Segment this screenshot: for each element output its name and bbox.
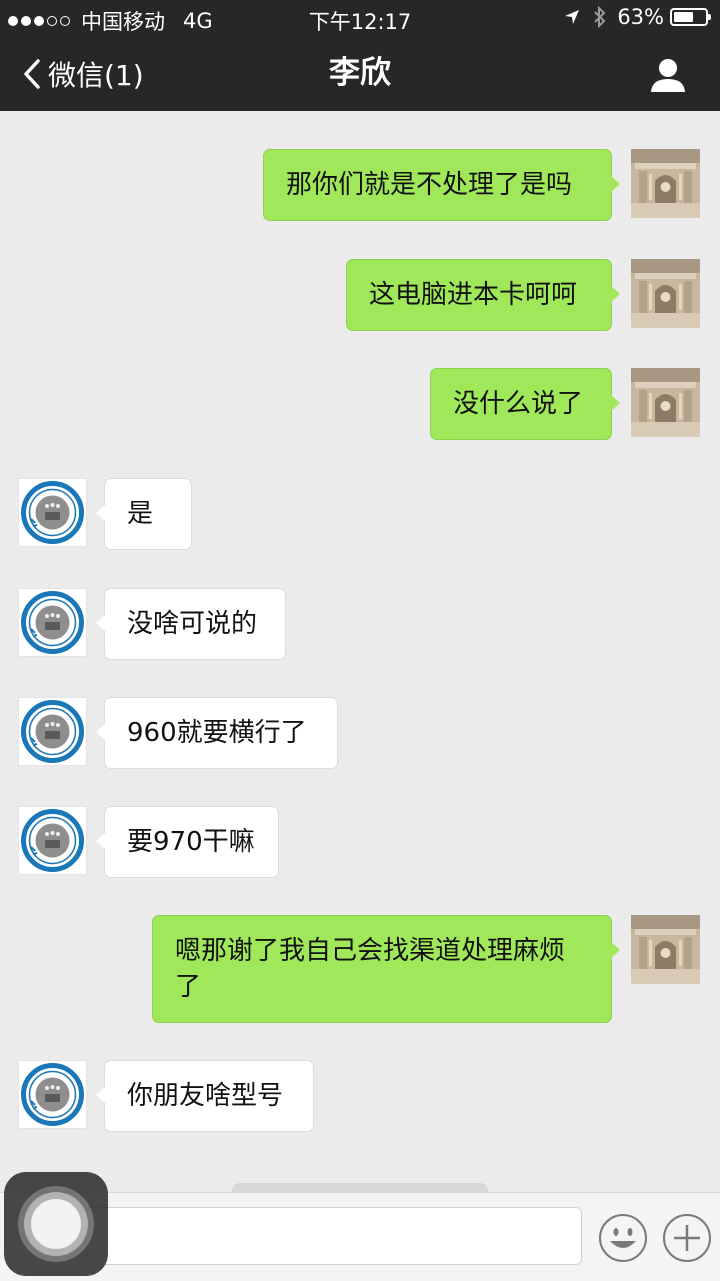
contact-info-button[interactable] <box>648 56 688 96</box>
contact-avatar[interactable] <box>18 806 87 875</box>
my-avatar[interactable] <box>631 149 700 218</box>
plus-circle-icon <box>663 1214 711 1262</box>
message-bubble[interactable]: 嗯那谢了我自己会找渠道处理麻烦了 <box>152 915 620 1023</box>
message-bubble[interactable]: 这电脑进本卡呵呵 <box>346 259 620 331</box>
location-arrow-icon <box>565 10 580 24</box>
bluetooth-icon <box>594 6 606 28</box>
message-bubble[interactable]: 那你们就是不处理了是吗 <box>263 149 620 221</box>
chat-title: 李欣 <box>329 55 391 91</box>
message-bubble[interactable]: 没啥可说的 <box>96 588 286 660</box>
more-options-button[interactable] <box>662 1213 712 1263</box>
input-bar <box>0 1192 720 1281</box>
my-avatar[interactable] <box>631 915 700 984</box>
status-bar: 中国移动 4G 下午12:17 63% <box>0 0 720 36</box>
assistive-touch-button[interactable] <box>4 1172 108 1276</box>
message-list[interactable]: 那你们就是不处理了是吗 这电脑进本卡呵呵 没什么说了 是 没啥可说的 960就要… <box>0 0 720 1280</box>
battery-icon <box>670 8 711 26</box>
emoji-button[interactable] <box>598 1213 648 1263</box>
header: 中国移动 4G 下午12:17 63% 微信(1) 李欣 <box>0 0 720 111</box>
message-bubble[interactable]: 你朋友啥型号 <box>96 1060 314 1132</box>
person-icon <box>651 59 685 92</box>
message-bubble[interactable]: 是 <box>96 478 192 550</box>
message-bubble[interactable]: 960就要横行了 <box>96 697 338 769</box>
battery-percentage: 63% <box>617 5 664 29</box>
navigation-bar: 微信(1) 李欣 <box>0 36 720 111</box>
contact-avatar[interactable] <box>18 478 87 547</box>
assistive-touch-center <box>31 1199 81 1249</box>
my-avatar[interactable] <box>631 368 700 437</box>
message-bubble[interactable]: 要970干嘛 <box>96 806 279 878</box>
message-input[interactable] <box>86 1207 582 1265</box>
contact-avatar[interactable] <box>18 697 87 766</box>
message-bubble[interactable]: 没什么说了 <box>430 368 620 440</box>
contact-avatar[interactable] <box>18 588 87 657</box>
my-avatar[interactable] <box>631 259 700 328</box>
battery-level <box>674 12 693 22</box>
contact-avatar[interactable] <box>18 1060 87 1129</box>
smiley-face-icon <box>599 1214 647 1262</box>
